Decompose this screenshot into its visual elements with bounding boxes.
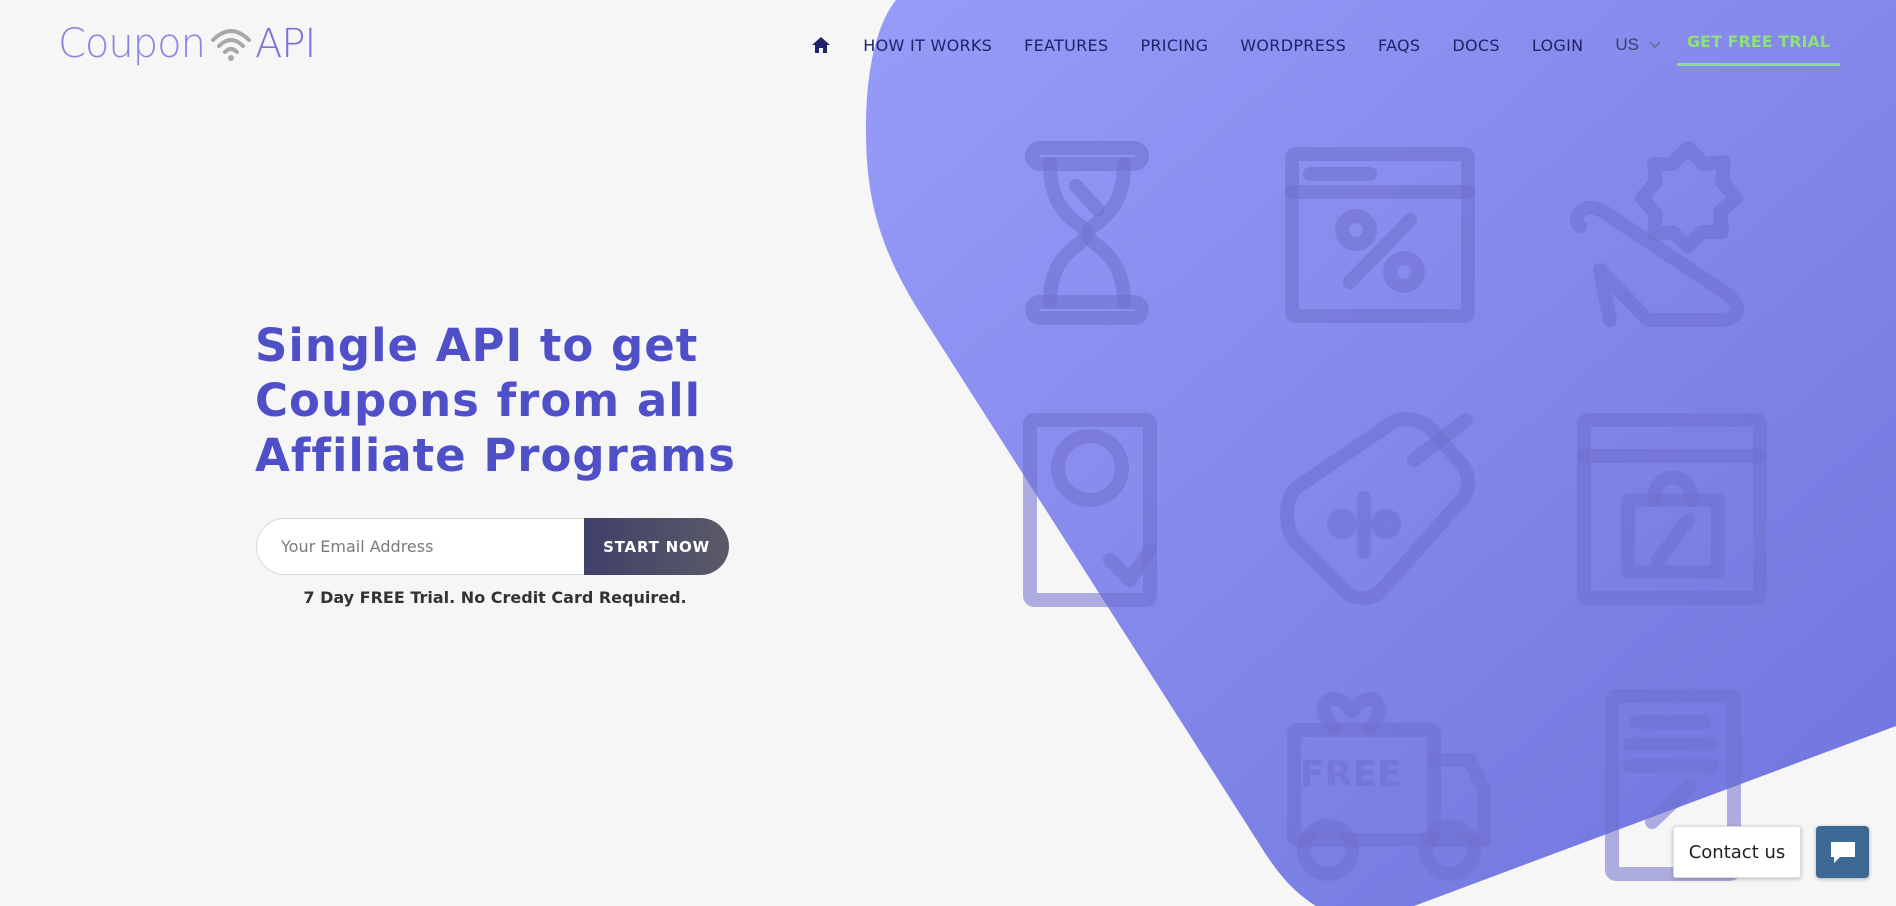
- wifi-icon: [210, 29, 251, 61]
- language-selector-value: US: [1615, 35, 1639, 54]
- free-badge-text: FREE: [1300, 754, 1402, 795]
- email-input[interactable]: [256, 518, 584, 575]
- chevron-down-icon: [1649, 41, 1661, 49]
- nav-how-it-works[interactable]: HOW IT WORKS: [863, 36, 992, 55]
- chat-button[interactable]: [1816, 826, 1869, 878]
- nav-faqs[interactable]: FAQS: [1378, 36, 1420, 55]
- home-icon: [812, 37, 831, 53]
- nav-docs[interactable]: DOCS: [1452, 36, 1499, 55]
- nav-wordpress[interactable]: WORDPRESS: [1240, 36, 1346, 55]
- nav-home[interactable]: [811, 36, 831, 54]
- chat-icon: [1830, 842, 1855, 863]
- logo-wordmark-api: API: [254, 21, 316, 67]
- main-nav: HOW IT WORKS FEATURES PRICING WORDPRESS …: [811, 22, 1840, 68]
- hero-title-line-3: Affiliate Programs: [255, 429, 736, 482]
- language-selector[interactable]: US: [1615, 35, 1661, 55]
- contact-us-label[interactable]: Contact us: [1673, 826, 1801, 878]
- hero-title: Single API to get Coupons from all Affil…: [255, 318, 775, 483]
- nav-features[interactable]: FEATURES: [1024, 36, 1108, 55]
- logo-wordmark-coupon: Coupon: [58, 21, 206, 67]
- hero-title-line-2: Coupons from all: [255, 374, 702, 427]
- nav-pricing[interactable]: PRICING: [1140, 36, 1208, 55]
- logo[interactable]: Coupon API: [58, 20, 316, 68]
- trial-note: 7 Day FREE Trial. No Credit Card Require…: [303, 588, 687, 607]
- signup-form: START NOW: [256, 518, 729, 575]
- nav-login[interactable]: LOGIN: [1532, 36, 1584, 55]
- hero-title-line-1: Single API to get: [255, 319, 699, 372]
- get-free-trial-button[interactable]: GET FREE TRIAL: [1677, 24, 1840, 66]
- start-now-button[interactable]: START NOW: [584, 518, 729, 575]
